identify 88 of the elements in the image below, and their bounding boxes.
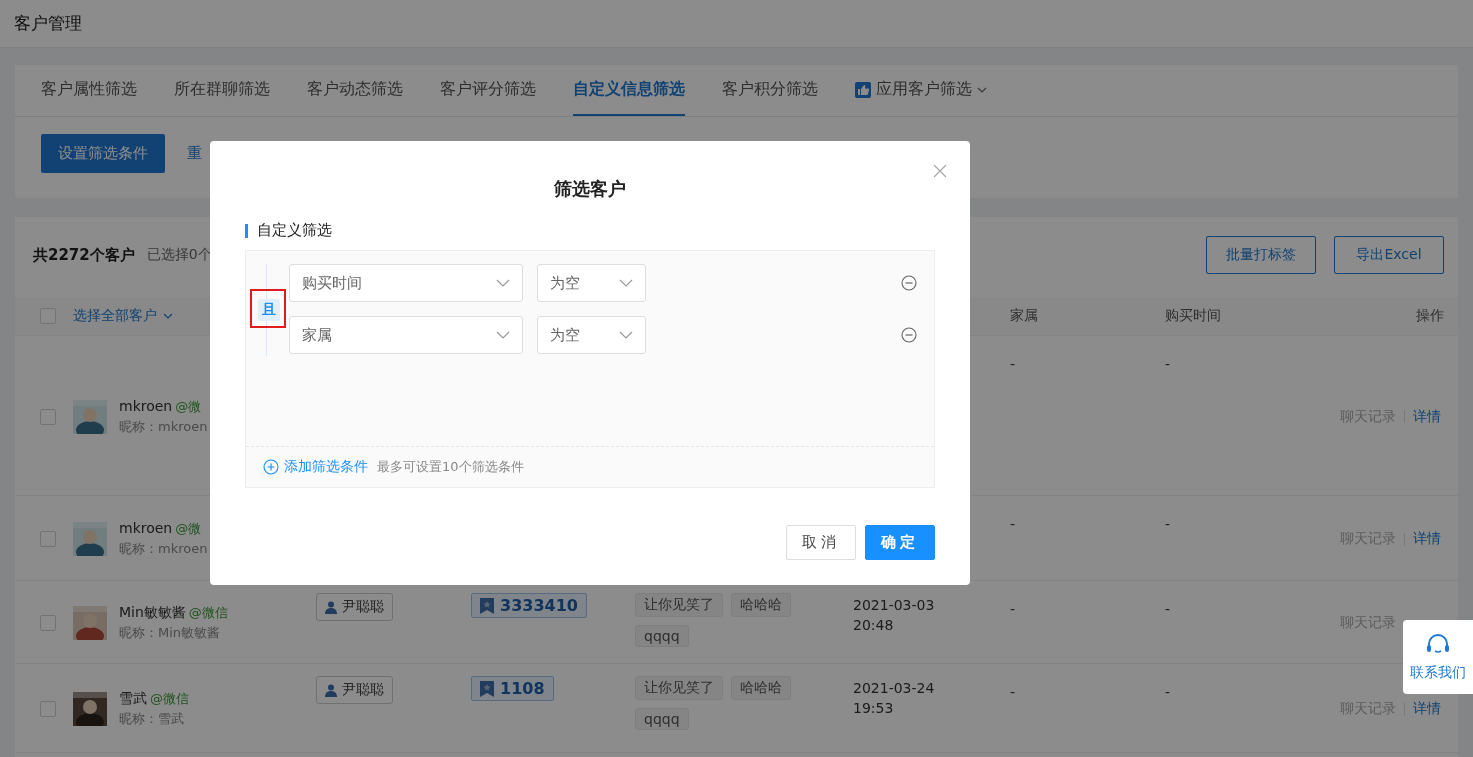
- person-icon: [325, 600, 337, 614]
- filter-tab[interactable]: 自定义信息筛选: [573, 65, 685, 116]
- customer-name: Min敏敏酱: [119, 604, 186, 622]
- source-label: @微: [175, 397, 202, 416]
- filter-tab[interactable]: 应用客户筛选: [855, 65, 987, 116]
- tag: qqqq: [635, 708, 689, 730]
- bookmark-star-icon: [480, 597, 494, 614]
- tag: 哈哈哈: [731, 676, 791, 700]
- contact-label: 联系我们: [1410, 664, 1466, 682]
- close-icon[interactable]: [933, 164, 947, 178]
- nickname: 昵称：mkroen: [119, 540, 208, 558]
- table-cell: -: [1010, 356, 1016, 372]
- chevron-down-icon: [163, 313, 173, 319]
- filter-tab[interactable]: 客户动态筛选: [307, 65, 403, 116]
- customer-name: mkroen: [119, 520, 173, 538]
- nickname: 昵称：Min敏敏酱: [119, 624, 222, 642]
- time-text: 19:53: [853, 700, 895, 716]
- filter-tab[interactable]: 客户积分筛选: [722, 65, 818, 116]
- outline-button[interactable]: 导出Excel: [1334, 236, 1444, 274]
- customer-count: 共2272个客户: [33, 245, 135, 265]
- person-icon: [325, 683, 337, 697]
- nickname: 昵称：雪武: [119, 710, 185, 728]
- column-header: 操作: [1416, 307, 1444, 323]
- tag: 哈哈哈: [731, 593, 791, 617]
- tag: 让你见笑了: [635, 593, 723, 617]
- checkbox[interactable]: [40, 615, 56, 631]
- table-cell: -: [1165, 601, 1171, 617]
- score-tag: 3333410: [471, 593, 587, 618]
- checkbox[interactable]: [40, 308, 56, 324]
- field-select[interactable]: 家属: [289, 316, 523, 354]
- remove-icon[interactable]: [901, 327, 917, 343]
- section-title: 自定义筛选: [257, 221, 332, 240]
- source-label: @微: [175, 520, 202, 538]
- table-cell: -: [1010, 601, 1016, 617]
- date-text: 2021-03-24: [853, 680, 936, 696]
- time-text: 20:48: [853, 617, 895, 633]
- checkbox[interactable]: [40, 701, 56, 717]
- column-header: 家属: [1010, 307, 1038, 323]
- filter-tab[interactable]: 客户属性筛选: [41, 65, 137, 116]
- logic-toggle[interactable]: 且: [258, 299, 280, 321]
- tag: qqqq: [635, 625, 689, 647]
- date-text: 2021-03-03: [853, 597, 936, 613]
- table-cell: -: [1010, 684, 1016, 700]
- chevron-down-icon: [619, 279, 633, 287]
- owner-tag: 尹聪聪: [316, 593, 393, 621]
- selection-count: 已选择0个: [146, 246, 212, 264]
- add-condition-link[interactable]: 添加筛选条件: [263, 458, 368, 476]
- score-tag: 1108: [471, 676, 554, 701]
- checkbox[interactable]: [40, 408, 56, 425]
- tag: 让你见笑了: [635, 676, 723, 700]
- dialog-title: 筛选客户: [554, 177, 626, 201]
- contact-widget[interactable]: 联系我们: [1403, 620, 1473, 694]
- select-all-dropdown[interactable]: 选择全部客户: [73, 307, 173, 325]
- table-cell: -: [1010, 516, 1016, 532]
- plus-circle-icon: [263, 459, 279, 475]
- detail-link[interactable]: 详情: [1413, 407, 1441, 426]
- source-label: @微信: [150, 690, 189, 708]
- field-select[interactable]: 购买时间: [289, 264, 523, 302]
- table-cell: -: [1165, 516, 1171, 532]
- detail-link[interactable]: 详情: [1413, 700, 1441, 718]
- chevron-down-icon: [619, 331, 633, 339]
- source-label: @微信: [188, 604, 228, 622]
- chevron-down-icon: [496, 331, 510, 339]
- bookmark-star-icon: [480, 680, 494, 697]
- operator-select[interactable]: 为空: [537, 316, 646, 354]
- nickname: 昵称：mkroen: [119, 417, 208, 436]
- detail-link[interactable]: 详情: [1413, 530, 1441, 548]
- table-cell: -: [1165, 356, 1171, 372]
- remove-icon[interactable]: [901, 275, 917, 291]
- confirm-button[interactable]: 确定: [865, 525, 935, 560]
- filter-tab[interactable]: 客户评分筛选: [440, 65, 536, 116]
- hint-text: 最多可设置10个筛选条件: [377, 458, 524, 476]
- column-header: 购买时间: [1165, 307, 1221, 323]
- chevron-down-icon: [977, 86, 987, 93]
- checkbox[interactable]: [40, 531, 56, 547]
- page-title: 客户管理: [14, 12, 82, 35]
- reset-link[interactable]: 重: [187, 144, 202, 163]
- filter-tab[interactable]: 所在群聊筛选: [174, 65, 270, 116]
- operator-select[interactable]: 为空: [537, 264, 646, 302]
- outline-button[interactable]: 批量打标签: [1206, 236, 1316, 274]
- set-filter-button[interactable]: 设置筛选条件: [41, 134, 165, 173]
- customer-name: mkroen: [119, 397, 173, 416]
- table-cell: -: [1165, 684, 1171, 700]
- thumbs-up-icon: [855, 81, 871, 98]
- chevron-down-icon: [496, 279, 510, 287]
- customer-name: 雪武: [119, 690, 147, 708]
- cancel-button[interactable]: 取消: [786, 525, 856, 560]
- owner-tag: 尹聪聪: [316, 676, 393, 704]
